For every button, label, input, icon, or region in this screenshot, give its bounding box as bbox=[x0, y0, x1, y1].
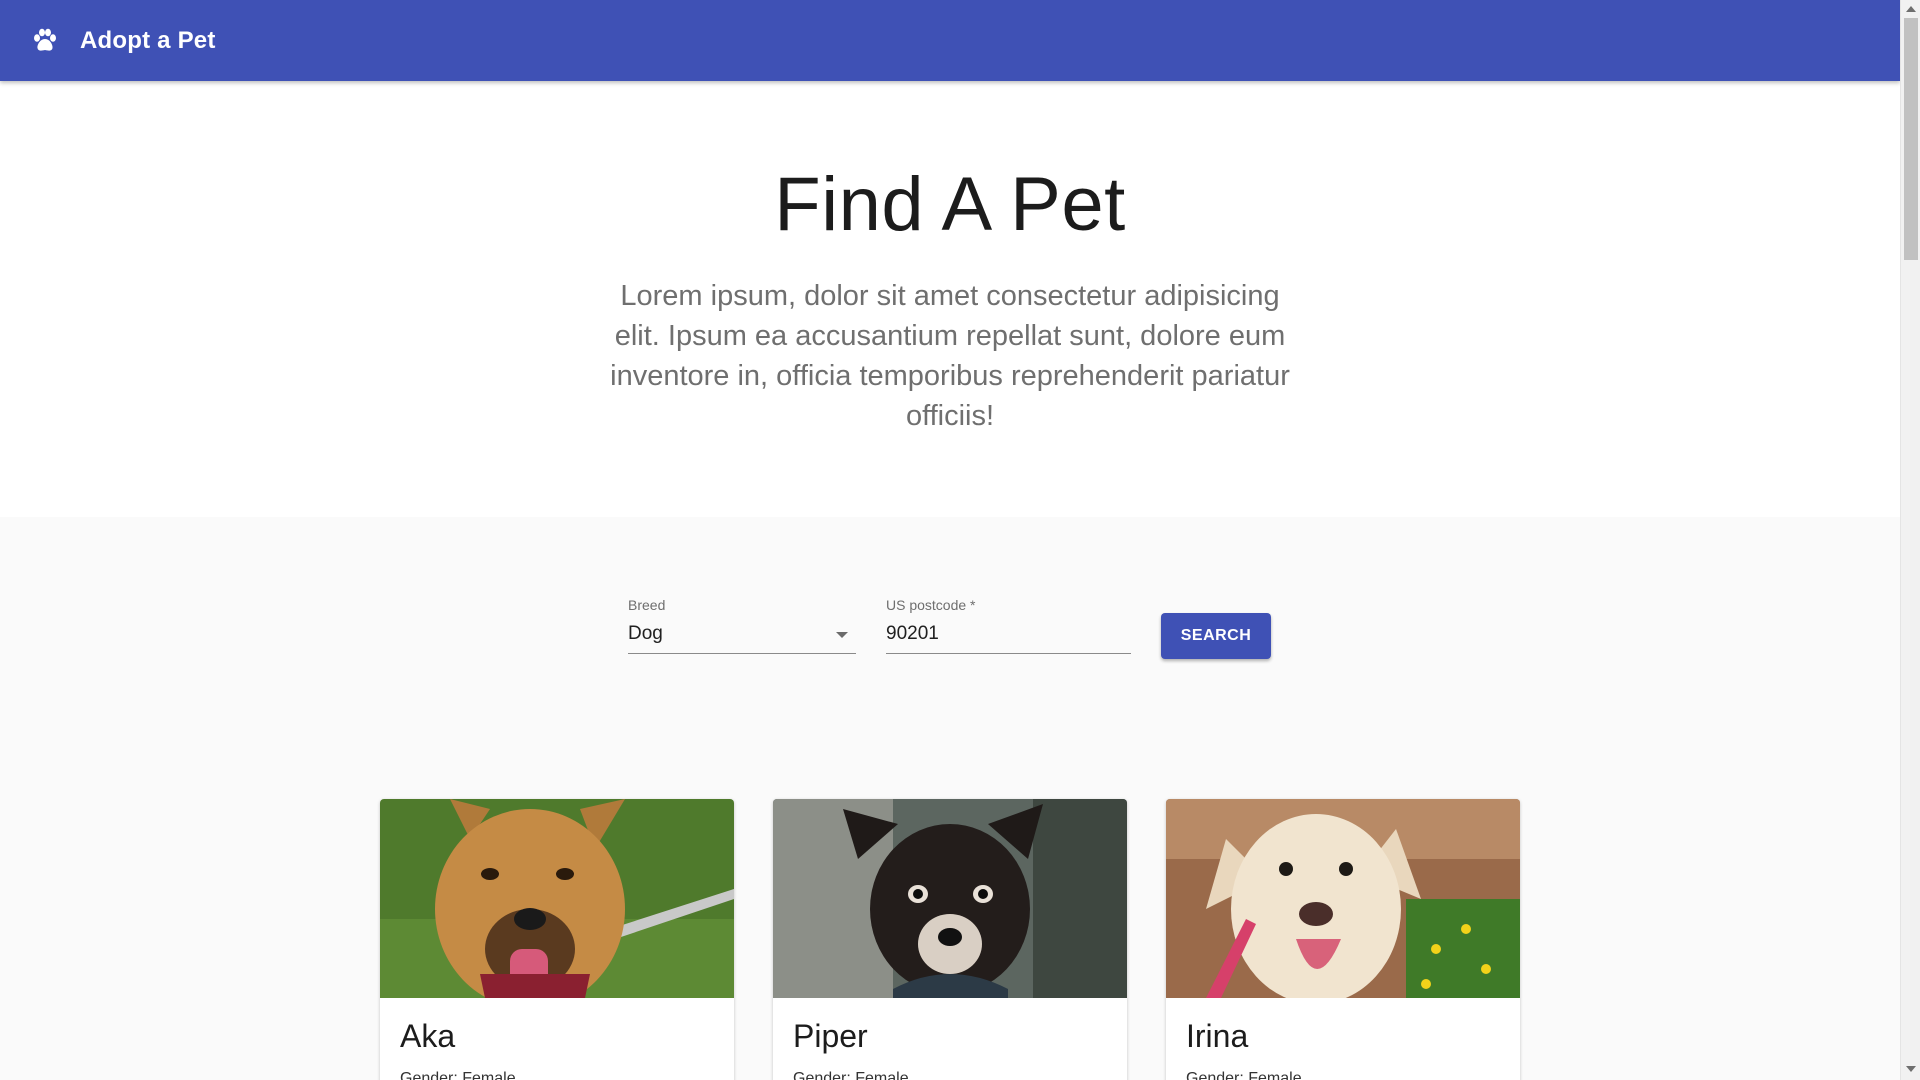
search-button[interactable]: SEARCH bbox=[1161, 613, 1271, 659]
pet-name: Irina bbox=[1186, 1018, 1249, 1054]
app-bar: Adopt a Pet bbox=[0, 0, 1900, 81]
page-scrollbar[interactable] bbox=[1900, 0, 1920, 1080]
pet-photo bbox=[773, 799, 1127, 998]
app-title[interactable]: Adopt a Pet bbox=[80, 27, 216, 55]
scroll-up-arrow-icon[interactable] bbox=[1906, 6, 1916, 12]
scroll-thumb[interactable] bbox=[1904, 18, 1918, 260]
breed-label: Breed bbox=[628, 597, 666, 613]
scroll-down-arrow-icon[interactable] bbox=[1906, 1066, 1916, 1072]
pet-card[interactable]: Piper Gender: Female bbox=[773, 799, 1127, 1080]
pet-gender: Gender: Female bbox=[400, 1070, 516, 1080]
paw-icon bbox=[34, 28, 56, 51]
hero-section: Find A Pet Lorem ipsum, dolor sit amet c… bbox=[0, 81, 1900, 517]
search-section: Breed Dog US postcode * 90201 SEARCH Aka… bbox=[0, 517, 1900, 1080]
pet-card[interactable]: Aka Gender: Female bbox=[380, 799, 734, 1080]
page: Adopt a Pet Find A Pet Lorem ipsum, dolo… bbox=[0, 0, 1900, 1080]
pet-photo bbox=[1166, 799, 1520, 998]
breed-select[interactable]: Breed Dog bbox=[628, 597, 856, 654]
pet-name: Aka bbox=[400, 1018, 456, 1054]
postcode-input[interactable]: 90201 bbox=[886, 623, 939, 645]
pet-name: Piper bbox=[793, 1018, 868, 1054]
pet-gender: Gender: Female bbox=[793, 1070, 909, 1080]
pet-gender: Gender: Female bbox=[1186, 1070, 1302, 1080]
postcode-label: US postcode * bbox=[886, 597, 976, 613]
page-heading: Find A Pet bbox=[774, 162, 1126, 247]
hero-description: Lorem ipsum, dolor sit amet consectetur … bbox=[610, 280, 1290, 432]
pet-card[interactable]: Irina Gender: Female bbox=[1166, 799, 1520, 1080]
postcode-field[interactable]: US postcode * 90201 bbox=[886, 597, 1131, 654]
pet-photo bbox=[380, 799, 734, 998]
dropdown-caret-icon[interactable] bbox=[836, 632, 848, 638]
breed-value[interactable]: Dog bbox=[628, 623, 663, 645]
